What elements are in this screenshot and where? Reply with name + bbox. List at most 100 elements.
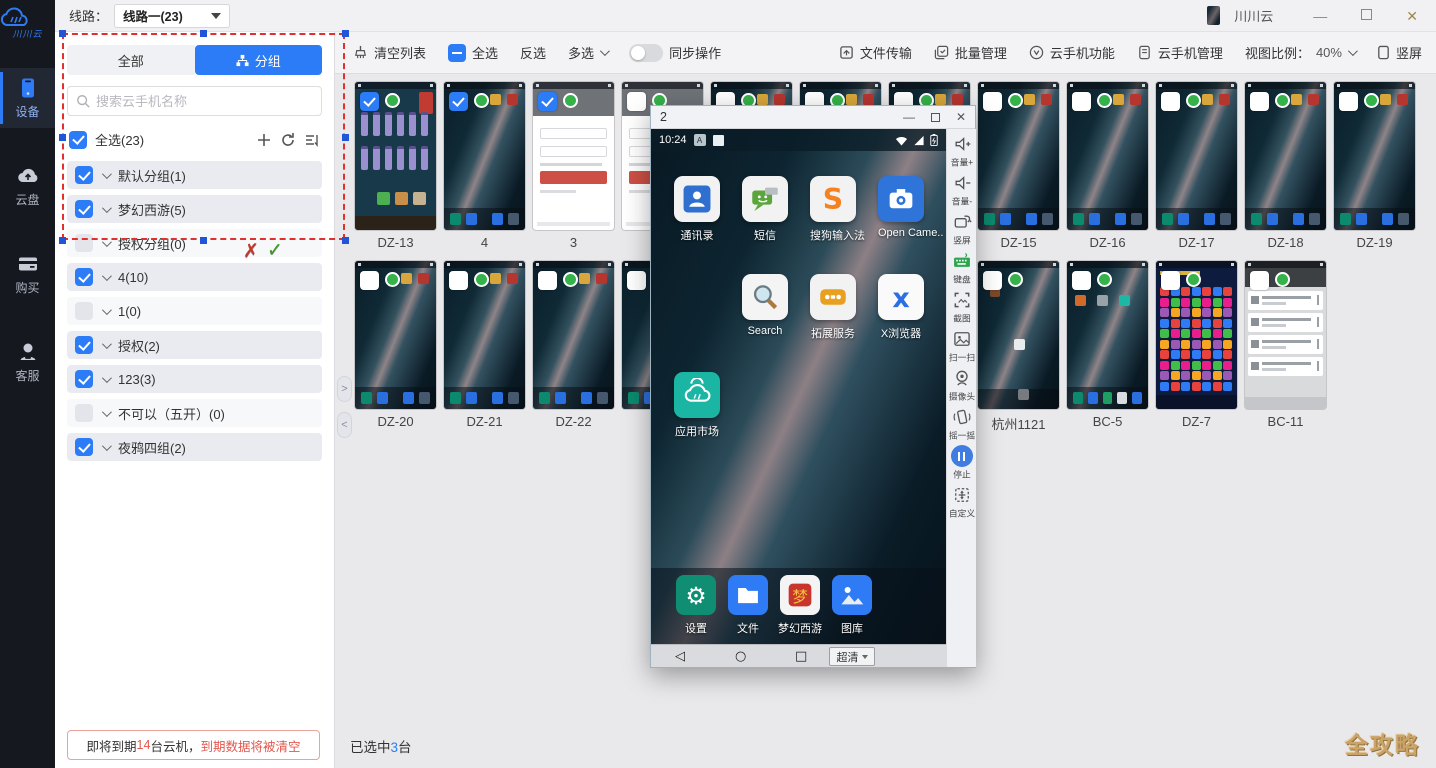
invert-select-button[interactable]: 反选 bbox=[520, 43, 546, 62]
device-card[interactable]: DZ-17 bbox=[1156, 82, 1237, 251]
device-screen[interactable] bbox=[1334, 82, 1415, 230]
nav-back-button[interactable]: ◁ bbox=[675, 649, 685, 664]
device-checkbox[interactable] bbox=[1072, 92, 1091, 111]
device-card[interactable]: 4 bbox=[444, 82, 525, 251]
sidebar-item-客服[interactable]: 客服 bbox=[0, 332, 55, 392]
file-transfer-button[interactable]: 文件传输 bbox=[839, 43, 912, 62]
device-screen[interactable] bbox=[1245, 82, 1326, 230]
dock-settings[interactable]: ⚙设置 bbox=[670, 575, 722, 636]
device-checkbox[interactable] bbox=[1072, 271, 1091, 290]
device-card[interactable]: DZ-15 bbox=[978, 82, 1059, 251]
dock-files[interactable]: 文件 bbox=[722, 575, 774, 636]
minimize-button[interactable]: — bbox=[1313, 9, 1327, 23]
portrait-button[interactable]: 竖屏 bbox=[1377, 43, 1422, 62]
selection-handle[interactable] bbox=[200, 237, 207, 244]
toggle-off-icon[interactable] bbox=[629, 44, 663, 62]
group-row[interactable]: 默认分组(1) bbox=[67, 161, 322, 189]
group-checkbox[interactable] bbox=[75, 438, 93, 456]
nav-home-button[interactable]: ○ bbox=[735, 649, 746, 664]
quality-selector[interactable]: 超清 bbox=[829, 647, 875, 666]
select-all-indeterminate-checkbox[interactable] bbox=[448, 44, 466, 62]
group-row[interactable]: 梦幻西游(5) bbox=[67, 195, 322, 223]
selection-handle[interactable] bbox=[342, 30, 349, 37]
app-sogou[interactable]: S搜狗输入法 bbox=[810, 176, 856, 243]
group-row[interactable]: 不可以（五开）(0) bbox=[67, 399, 322, 427]
close-button[interactable]: ✕ bbox=[1406, 9, 1418, 23]
phone-functions-button[interactable]: 云手机功能 bbox=[1029, 43, 1115, 62]
tool-volume-up[interactable]: 音量+ bbox=[947, 133, 977, 169]
selection-handle[interactable] bbox=[59, 30, 66, 37]
phone-manage-button[interactable]: 云手机管理 bbox=[1137, 43, 1223, 62]
group-checkbox[interactable] bbox=[75, 268, 93, 286]
device-screen[interactable] bbox=[1156, 82, 1237, 230]
device-checkbox[interactable] bbox=[627, 271, 646, 290]
maximize-button[interactable] bbox=[1361, 9, 1372, 20]
device-screen[interactable] bbox=[1067, 82, 1148, 230]
sort-button[interactable] bbox=[304, 132, 320, 148]
tool-volume-down[interactable]: 音量- bbox=[947, 172, 977, 208]
device-card[interactable]: BC-11 bbox=[1245, 261, 1326, 430]
sidebar-item-云盘[interactable]: 云盘 bbox=[0, 156, 55, 216]
tool-screenshot[interactable]: 截图 bbox=[947, 289, 977, 325]
device-screen[interactable] bbox=[355, 82, 436, 230]
device-checkbox[interactable] bbox=[360, 271, 379, 290]
device-screen[interactable] bbox=[1245, 261, 1326, 409]
group-row[interactable]: 123(3) bbox=[67, 365, 322, 393]
tool-stop[interactable]: 停止 bbox=[947, 445, 977, 481]
device-card[interactable]: DZ-19 bbox=[1334, 82, 1415, 251]
device-checkbox[interactable] bbox=[1250, 92, 1269, 111]
sync-operation-toggle[interactable]: 同步操作 bbox=[629, 43, 721, 62]
device-checkbox[interactable] bbox=[627, 92, 646, 111]
device-screen[interactable] bbox=[533, 82, 614, 230]
device-checkbox[interactable] bbox=[538, 271, 557, 290]
device-checkbox[interactable] bbox=[1161, 92, 1180, 111]
device-checkbox[interactable] bbox=[360, 92, 379, 111]
phone-window-titlebar[interactable]: 2 — ✕ bbox=[651, 106, 975, 129]
tool-keyboard[interactable]: 键盘 bbox=[947, 250, 977, 286]
group-row[interactable]: 4(10) bbox=[67, 263, 322, 291]
app-contacts[interactable]: 通讯录 bbox=[674, 176, 720, 243]
tab-all[interactable]: 全部 bbox=[67, 45, 195, 75]
line-select-dropdown[interactable]: 线路一(23) bbox=[114, 4, 230, 28]
device-screen[interactable] bbox=[355, 261, 436, 409]
annotation-cancel-icon[interactable]: ✗ bbox=[243, 240, 259, 263]
annotation-confirm-icon[interactable]: ✓ bbox=[267, 239, 283, 262]
app-sms[interactable]: 短信 bbox=[742, 176, 788, 243]
app-app-market[interactable]: 应用市场 bbox=[674, 372, 720, 439]
group-checkbox[interactable] bbox=[75, 336, 93, 354]
device-checkbox[interactable] bbox=[449, 92, 468, 111]
group-checkbox[interactable] bbox=[75, 200, 93, 218]
device-card[interactable]: DZ-20 bbox=[355, 261, 436, 430]
multi-select-button[interactable]: 多选 bbox=[568, 43, 607, 62]
device-checkbox[interactable] bbox=[983, 271, 1002, 290]
refresh-button[interactable] bbox=[280, 132, 296, 148]
tool-custom[interactable]: 自定义 bbox=[947, 484, 977, 520]
group-row[interactable]: 授权分组(0) bbox=[67, 229, 322, 257]
app-gamepad[interactable]: 拓展服务 bbox=[810, 274, 856, 341]
app-camera-app[interactable]: Open Came.. bbox=[878, 176, 924, 239]
group-checkbox[interactable] bbox=[75, 302, 93, 320]
device-checkbox[interactable] bbox=[1339, 92, 1358, 111]
device-card[interactable]: DZ-7 bbox=[1156, 261, 1237, 430]
app-search-app[interactable]: Search bbox=[742, 274, 788, 337]
device-screen[interactable] bbox=[444, 82, 525, 230]
dock-mhxy[interactable]: 梦梦幻西游 bbox=[774, 575, 826, 636]
device-screen[interactable] bbox=[978, 261, 1059, 409]
nav-recent-button[interactable]: □ bbox=[795, 649, 807, 664]
tool-scan[interactable]: 扫一扫 bbox=[947, 328, 977, 364]
tool-webcam[interactable]: 摄像头 bbox=[947, 367, 977, 403]
device-screen[interactable] bbox=[978, 82, 1059, 230]
select-all-checkbox[interactable] bbox=[69, 131, 87, 149]
device-card[interactable]: DZ-22 bbox=[533, 261, 614, 430]
device-checkbox[interactable] bbox=[1250, 271, 1269, 290]
view-scale-dropdown[interactable]: 视图比例： 40% bbox=[1245, 43, 1355, 62]
device-checkbox[interactable] bbox=[1161, 271, 1180, 290]
dock-gallery[interactable]: 图库 bbox=[826, 575, 878, 636]
batch-manage-button[interactable]: 批量管理 bbox=[934, 43, 1007, 62]
group-row[interactable]: 夜鸦四组(2) bbox=[67, 433, 322, 461]
group-row[interactable]: 授权(2) bbox=[67, 331, 322, 359]
selection-handle[interactable] bbox=[59, 134, 66, 141]
phone-window-close-button[interactable]: ✕ bbox=[956, 110, 966, 124]
clear-list-button[interactable]: 清空列表 bbox=[353, 43, 426, 62]
group-checkbox[interactable] bbox=[75, 404, 93, 422]
